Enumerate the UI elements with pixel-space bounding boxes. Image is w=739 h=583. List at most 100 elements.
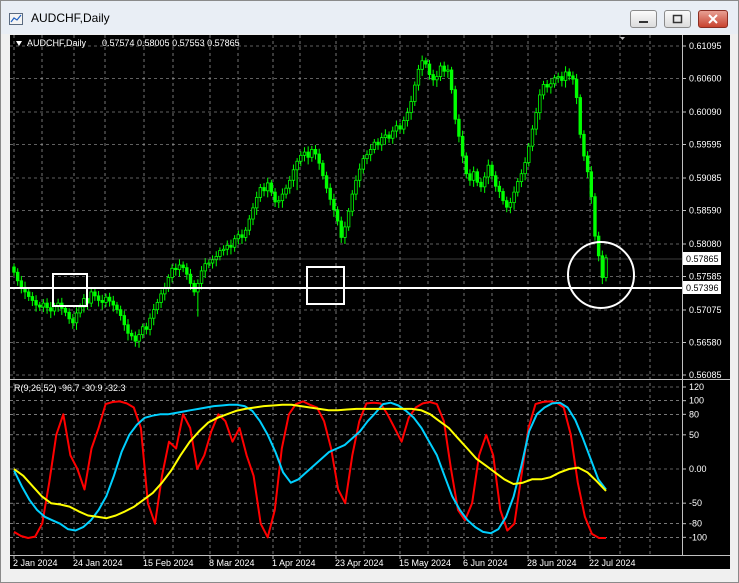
- candle-body: [332, 198, 336, 211]
- candle-body: [324, 175, 329, 189]
- candle-body: [354, 179, 358, 195]
- candle-body: [148, 317, 152, 330]
- candle-body: [585, 155, 590, 173]
- maximize-button[interactable]: [664, 10, 691, 28]
- candle-body: [405, 112, 410, 121]
- candle-body: [493, 175, 498, 187]
- candle-body: [350, 193, 354, 212]
- candle-body: [497, 185, 502, 192]
- candle-body: [313, 149, 318, 155]
- candle-body: [288, 179, 292, 189]
- candle-body: [387, 134, 391, 139]
- date-tick-label: 15 Feb 2024: [143, 558, 194, 568]
- highlight-box-2[interactable]: [306, 266, 345, 305]
- candle-body: [129, 332, 134, 337]
- candle-body: [604, 257, 608, 278]
- candle-body: [328, 187, 332, 200]
- chart-menu-triangle-icon[interactable]: [16, 41, 22, 46]
- candle-body: [409, 101, 413, 114]
- candle-body: [549, 83, 553, 88]
- price-tick-label: 0.58080: [689, 239, 722, 249]
- date-tick-label: 6 Jun 2024: [463, 558, 508, 568]
- candle-body: [63, 307, 68, 313]
- candle-body: [453, 89, 457, 120]
- chart-canvas[interactable]: AUDCHF,Daily 0.57574 0.58005 0.57553 0.5…: [10, 35, 730, 569]
- candle-body: [45, 302, 49, 309]
- candle-body: [538, 94, 542, 114]
- candle-body: [232, 238, 237, 248]
- chart-window-icon: [9, 13, 23, 25]
- date-tick-label: 15 May 2024: [399, 558, 451, 568]
- candle-body: [78, 306, 82, 314]
- candle-body: [464, 155, 468, 175]
- candle-body: [512, 191, 516, 204]
- candle-body: [284, 187, 288, 195]
- candle-body: [177, 264, 182, 271]
- candle-body: [427, 63, 432, 75]
- candle-body: [104, 296, 108, 303]
- candle-body: [203, 263, 207, 272]
- chart-overlay: AUDCHF,Daily 0.57574 0.58005 0.57553 0.5…: [10, 35, 730, 556]
- candle-body: [225, 244, 229, 250]
- candle-body: [527, 145, 531, 163]
- candle-body: [152, 309, 156, 319]
- candle-body: [133, 335, 138, 342]
- candle-body: [479, 181, 483, 188]
- candle-body: [501, 191, 505, 202]
- indicator-tick-label: -50: [689, 498, 702, 508]
- candle-body: [254, 196, 259, 209]
- price-tick-label: 0.58590: [689, 206, 722, 216]
- candle-body: [346, 210, 351, 228]
- chart-area[interactable]: AUDCHF,Daily 0.57574 0.58005 0.57553 0.5…: [10, 35, 730, 569]
- candle-body: [269, 182, 274, 193]
- candle-body: [41, 302, 46, 308]
- candle-body: [449, 69, 454, 91]
- candle-body: [321, 162, 325, 177]
- indicator-tick-label: 100: [689, 396, 704, 406]
- candle-body: [181, 264, 185, 269]
- candle-body: [541, 84, 546, 96]
- candle-body: [413, 84, 417, 102]
- candle-body: [295, 160, 299, 171]
- candle-body: [398, 125, 402, 130]
- candle-body: [122, 315, 127, 326]
- candle-body: [302, 151, 307, 156]
- candle-body: [593, 196, 597, 237]
- candle-body: [210, 259, 215, 264]
- candle-body: [93, 291, 97, 297]
- date-tick-label: 22 Jul 2024: [589, 558, 636, 568]
- candle-body: [530, 128, 535, 147]
- candle-body: [335, 209, 340, 222]
- candle-body: [508, 202, 513, 208]
- candle-body: [52, 305, 57, 312]
- candle-body: [516, 181, 520, 193]
- candle-body: [126, 324, 130, 334]
- candle-body: [380, 137, 384, 146]
- indicator-tick-label: 0.00: [689, 464, 707, 474]
- candle-body: [221, 248, 226, 251]
- candle-body: [468, 173, 472, 181]
- close-button[interactable]: [698, 10, 728, 28]
- candle-body: [560, 76, 564, 81]
- candle-body: [416, 68, 421, 86]
- candle-body: [71, 318, 75, 324]
- candle-body: [365, 154, 369, 160]
- window-title: AUDCHF,Daily: [31, 11, 110, 25]
- candle-body: [306, 151, 310, 158]
- candle-body: [424, 60, 428, 65]
- candle-body: [519, 173, 524, 183]
- shift-marker-icon[interactable]: [620, 37, 625, 40]
- candle-body: [420, 60, 424, 70]
- indicator-lines: [13, 400, 607, 539]
- candle-body: [567, 71, 571, 77]
- candle-body: [475, 171, 480, 183]
- candle-body: [376, 141, 380, 146]
- title-bar[interactable]: AUDCHF,Daily: [1, 1, 738, 34]
- candle-body: [140, 326, 145, 336]
- candle-body: [236, 234, 240, 240]
- candle-body: [262, 187, 266, 192]
- candle-body: [299, 154, 303, 162]
- minimize-button[interactable]: [630, 10, 657, 28]
- candle-body: [159, 293, 163, 303]
- candle-body: [435, 76, 439, 81]
